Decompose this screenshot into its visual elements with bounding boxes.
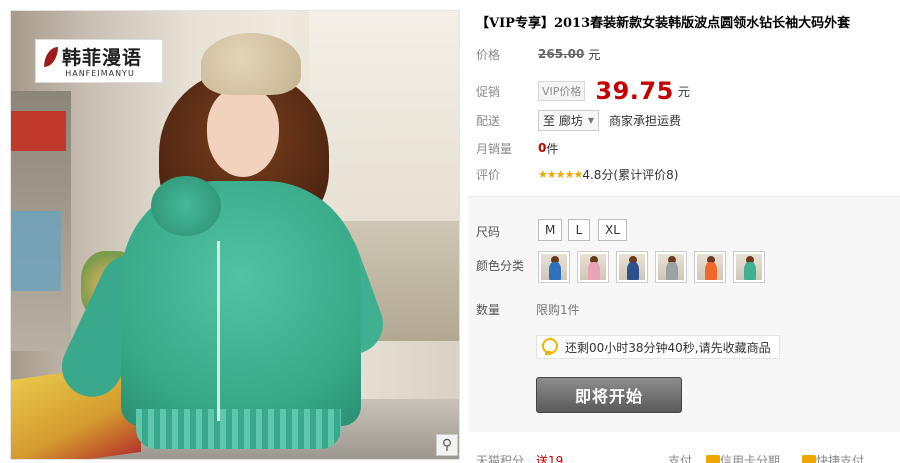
express-pay[interactable]: 快捷支付 <box>802 452 864 463</box>
points-value: 送19 <box>536 454 564 463</box>
background-panel <box>11 211 61 291</box>
destination-select[interactable]: 至 廊坊 ▼ <box>538 109 599 131</box>
coming-soon-button[interactable]: 即将开始 <box>536 377 682 413</box>
swatch-model-coat <box>627 262 639 280</box>
freight-text: 商家承担运费 <box>608 113 681 128</box>
price-label: 价格 <box>476 47 501 62</box>
delivery-label: 配送 <box>476 113 501 128</box>
model-face <box>207 87 279 177</box>
payment-label: 支付 <box>668 454 693 463</box>
rating-text[interactable]: 4.8分(累计评价8) <box>582 166 678 183</box>
model-corsage <box>151 176 221 236</box>
footer-row: 天猫积分 送19 支付 信用卡分期 快捷支付 <box>476 452 900 463</box>
rating-label: 评价 <box>476 167 501 182</box>
color-swatch[interactable] <box>577 251 609 283</box>
quantity-label: 数量 <box>476 303 501 317</box>
destination-value: 至 廊坊 <box>543 113 583 128</box>
price-panel: 价格 265.00 元 促销 VIP价格 39.75 元 配送 至 廊坊 ▼ 商… <box>468 36 900 194</box>
credit-card-icon <box>706 454 720 463</box>
color-swatch[interactable] <box>655 251 687 283</box>
sales-row: 月销量 0 件 <box>476 138 558 158</box>
background-sign <box>11 111 66 151</box>
color-swatch[interactable] <box>694 251 726 283</box>
price-unit: 元 <box>588 47 601 62</box>
model-lace-hem <box>136 409 341 449</box>
swatch-thumbnail <box>697 254 723 280</box>
promo-label: 促销 <box>476 84 501 99</box>
express-pay-label: 快捷支付 <box>816 454 865 463</box>
swatch-model-coat <box>588 262 600 280</box>
swatch-model-coat <box>705 262 717 280</box>
size-option-l[interactable]: L <box>568 219 590 241</box>
sales-count: 0 <box>538 141 547 155</box>
color-swatch[interactable] <box>733 251 765 283</box>
swatch-model-coat <box>549 262 561 280</box>
model-cap <box>201 33 301 95</box>
brand-logo: 韩菲漫语 HANFEIMANYU <box>35 39 163 83</box>
swatch-model-coat <box>744 262 756 280</box>
sales-label: 月销量 <box>476 141 513 156</box>
size-option-m[interactable]: M <box>538 219 563 241</box>
points-label: 天猫积分 <box>476 454 525 463</box>
promo-row: 促销 VIP价格 39.75 元 <box>476 77 690 105</box>
swatch-thumbnail <box>541 254 567 280</box>
color-swatch[interactable] <box>616 251 648 283</box>
sku-panel: 尺码 M L XL 颜色分类 数量 限购1件 还剩00小时38分钟40秒,请先收… <box>468 196 900 432</box>
model-zipper <box>217 241 220 421</box>
delivery-row: 配送 至 廊坊 ▼ 商家承担运费 <box>476 109 681 131</box>
swatch-thumbnail <box>658 254 684 280</box>
product-image[interactable]: 韩菲漫语 HANFEIMANYU <box>10 10 460 460</box>
product-title: 【VIP专享】2013春装新款女装韩版波点圆领水钻长袖大码外套 <box>476 16 851 31</box>
caret-down-icon: ▼ <box>587 115 594 125</box>
original-price: 265.00 <box>538 47 585 61</box>
credit-card-label: 信用卡分期 <box>720 454 781 463</box>
promo-unit: 元 <box>677 84 690 99</box>
rating-row: 评价 ★★★★★ 4.8分(累计评价8) <box>476 164 678 184</box>
express-pay-icon <box>802 454 816 463</box>
size-option-xl[interactable]: XL <box>598 219 627 241</box>
swatch-thumbnail <box>736 254 762 280</box>
credit-card-installment[interactable]: 信用卡分期 <box>706 452 780 463</box>
lightbulb-icon <box>541 338 558 356</box>
brand-name-en: HANFEIMANYU <box>65 69 135 78</box>
swatch-thumbnail <box>580 254 606 280</box>
vip-price-tag: VIP价格 <box>538 81 586 101</box>
sales-unit: 件 <box>546 141 559 156</box>
swatch-model-coat <box>666 262 678 280</box>
rating-stars-icon: ★★★★★ <box>538 167 583 181</box>
brand-name-cn: 韩菲漫语 <box>62 47 143 69</box>
leaf-icon <box>44 47 58 67</box>
size-label: 尺码 <box>476 225 501 239</box>
color-swatch[interactable] <box>538 251 570 283</box>
magnifier-icon[interactable]: ⚲ <box>436 434 458 456</box>
countdown-text: 还剩00小时38分钟40秒,请先收藏商品 <box>565 340 771 355</box>
purchase-limit: 限购1件 <box>536 303 580 317</box>
swatch-thumbnail <box>619 254 645 280</box>
color-label: 颜色分类 <box>476 259 525 273</box>
countdown-tip: 还剩00小时38分钟40秒,请先收藏商品 <box>536 335 780 359</box>
promo-price: 39.75 <box>595 77 674 105</box>
price-row: 价格 265.00 元 <box>476 44 600 64</box>
